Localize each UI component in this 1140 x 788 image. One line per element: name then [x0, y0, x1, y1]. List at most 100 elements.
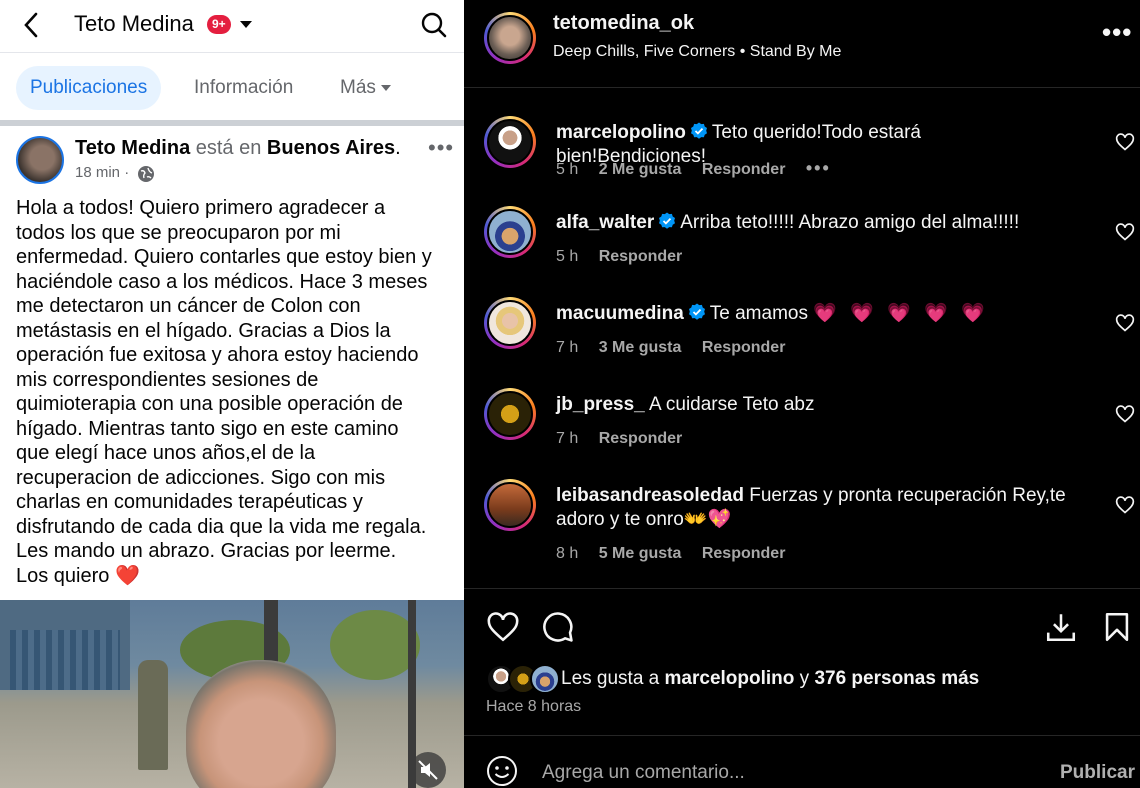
- verified-badge-icon: [659, 212, 676, 229]
- search-icon[interactable]: [420, 10, 448, 40]
- post-author[interactable]: Teto Medina: [75, 137, 190, 159]
- post-header: Teto Medina está en Buenos Aires.: [75, 137, 401, 160]
- like-icon[interactable]: [486, 610, 520, 644]
- comment-username[interactable]: marcelopolino: [556, 122, 686, 143]
- reply-button[interactable]: Responder: [702, 161, 786, 178]
- comment-input[interactable]: Agrega un comentario...: [542, 762, 745, 784]
- photo-face: [186, 660, 336, 788]
- comment-username[interactable]: alfa_walter: [556, 212, 654, 233]
- avatar[interactable]: [484, 12, 536, 64]
- comment-item: macuumedina Te amamos 💗 💗 💗 💗 💗 7 h 3 Me …: [464, 297, 1140, 377]
- verified-badge-icon: [690, 122, 707, 139]
- comment-icon[interactable]: [541, 610, 575, 644]
- likes-user[interactable]: marcelopolino: [665, 668, 795, 689]
- photo-tree: [330, 610, 420, 680]
- reply-button[interactable]: Responder: [599, 430, 683, 447]
- photo-person: [138, 660, 168, 770]
- like-comment-icon[interactable]: [1115, 222, 1135, 242]
- photo-building-windows: [10, 630, 120, 690]
- comment-meta: 7 h Responder: [556, 430, 698, 448]
- comment-meta: 5 h Responder: [556, 248, 698, 266]
- like-comment-icon[interactable]: [1115, 495, 1135, 515]
- comment-item: jb_press_ A cuidarse Teto abz 7 h Respon…: [464, 388, 1140, 468]
- comment-text: alfa_walter Arriba teto!!!!! Abrazo amigo…: [556, 211, 1076, 235]
- avatar[interactable]: [16, 136, 64, 184]
- comment-body: Te amamos: [709, 303, 808, 324]
- like-comment-icon[interactable]: [1115, 404, 1135, 424]
- reply-button[interactable]: Responder: [702, 339, 786, 356]
- download-icon[interactable]: [1044, 610, 1078, 644]
- comment-meta: 8 h 5 Me gusta Responder: [556, 545, 801, 563]
- post-options-icon[interactable]: •••: [428, 135, 454, 161]
- comment-time: 8 h: [556, 545, 579, 562]
- globe-icon: [138, 166, 154, 182]
- comment-likes[interactable]: 2 Me gusta: [599, 161, 682, 178]
- verified-badge-icon: [688, 303, 705, 320]
- comment-likes[interactable]: 3 Me gusta: [599, 339, 682, 356]
- avatar[interactable]: [484, 388, 536, 440]
- tab-mas[interactable]: Más: [326, 66, 405, 110]
- tab-publicaciones[interactable]: Publicaciones: [16, 66, 162, 110]
- like-comment-icon[interactable]: [1115, 313, 1135, 333]
- mute-button[interactable]: [410, 752, 446, 788]
- divider: [0, 120, 464, 126]
- post-photo[interactable]: [0, 600, 464, 788]
- divider: [464, 87, 1140, 88]
- more-options-icon[interactable]: •••: [1102, 19, 1132, 45]
- avatar[interactable]: [484, 297, 536, 349]
- comment-username[interactable]: jb_press_: [556, 394, 645, 415]
- comment-item: marcelopolino Teto querido!Todo estará bi…: [464, 116, 1140, 196]
- avatar[interactable]: [484, 116, 536, 168]
- profile-tabs: Publicaciones Información Más: [0, 54, 464, 120]
- fb-header: Teto Medina 9+: [0, 0, 464, 53]
- emoji-icon[interactable]: [486, 755, 518, 787]
- location-prefix: está en: [195, 137, 262, 159]
- comment-text: macuumedina Te amamos 💗 💗 💗 💗 💗: [556, 302, 1076, 326]
- avatar[interactable]: [484, 479, 536, 531]
- bookmark-icon[interactable]: [1100, 610, 1134, 644]
- likes-others[interactable]: 376 personas más: [814, 668, 979, 689]
- avatar[interactable]: [484, 206, 536, 258]
- tab-mas-label: Más: [340, 77, 376, 98]
- likes-prefix: Les gusta a: [561, 668, 660, 689]
- post-time: 18 min ·: [75, 164, 130, 181]
- reply-button[interactable]: Responder: [702, 545, 786, 562]
- speaker-muted-icon: [418, 760, 438, 780]
- heart-emojis: 💗 💗 💗 💗 💗: [813, 303, 989, 324]
- instagram-comments-panel: tetomedina_ok Deep Chills, Five Corners …: [464, 0, 1140, 788]
- post-location[interactable]: Buenos Aires: [267, 137, 395, 159]
- comment-username[interactable]: leibasandreasoledad: [556, 485, 744, 506]
- comment-item: leibasandreasoledad Fuerzas y pronta rec…: [464, 479, 1140, 579]
- period: .: [395, 137, 401, 159]
- back-arrow-icon[interactable]: [18, 10, 46, 40]
- fb-profile-name: Teto Medina: [74, 11, 194, 36]
- like-comment-icon[interactable]: [1115, 132, 1135, 152]
- notification-badge: 9+: [207, 15, 231, 34]
- comment-meta: 7 h 3 Me gusta Responder: [556, 339, 801, 357]
- comment-time: 7 h: [556, 430, 579, 447]
- post-body: Hola a todos! Quiero primero agradecer a…: [16, 197, 432, 587]
- likes-summary: Les gusta a marcelopolino y 376 personas…: [561, 668, 979, 690]
- header-song[interactable]: Deep Chills, Five Corners • Stand By Me: [553, 43, 841, 61]
- divider: [464, 588, 1140, 589]
- comment-body: A cuidarse Teto abz: [648, 394, 815, 415]
- publish-button[interactable]: Publicar: [1060, 762, 1135, 784]
- comment-meta: 5 h 2 Me gusta Responder •••: [556, 158, 847, 179]
- comment-text: leibasandreasoledad Fuerzas y pronta rec…: [556, 484, 1076, 532]
- comment-likes[interactable]: 5 Me gusta: [599, 545, 682, 562]
- comment-item: alfa_walter Arriba teto!!!!! Abrazo amigo…: [464, 206, 1140, 286]
- comment-time: 5 h: [556, 161, 579, 178]
- chevron-down-icon[interactable]: [240, 21, 252, 28]
- comment-username[interactable]: macuumedina: [556, 303, 684, 324]
- post-age: Hace 8 horas: [486, 698, 582, 715]
- tab-informacion[interactable]: Información: [180, 66, 307, 110]
- header-username[interactable]: tetomedina_ok: [553, 12, 694, 35]
- liked-by-avatars: [486, 664, 560, 694]
- likes-conj: y: [799, 668, 810, 689]
- comment-body: Arriba teto!!!!! Abrazo amigo del alma!!…: [680, 212, 1020, 233]
- reply-button[interactable]: Responder: [599, 248, 683, 265]
- comment-time: 7 h: [556, 339, 579, 356]
- comment-text: jb_press_ A cuidarse Teto abz: [556, 393, 1076, 417]
- comment-options-icon[interactable]: •••: [806, 158, 831, 178]
- comment-time: 5 h: [556, 248, 579, 265]
